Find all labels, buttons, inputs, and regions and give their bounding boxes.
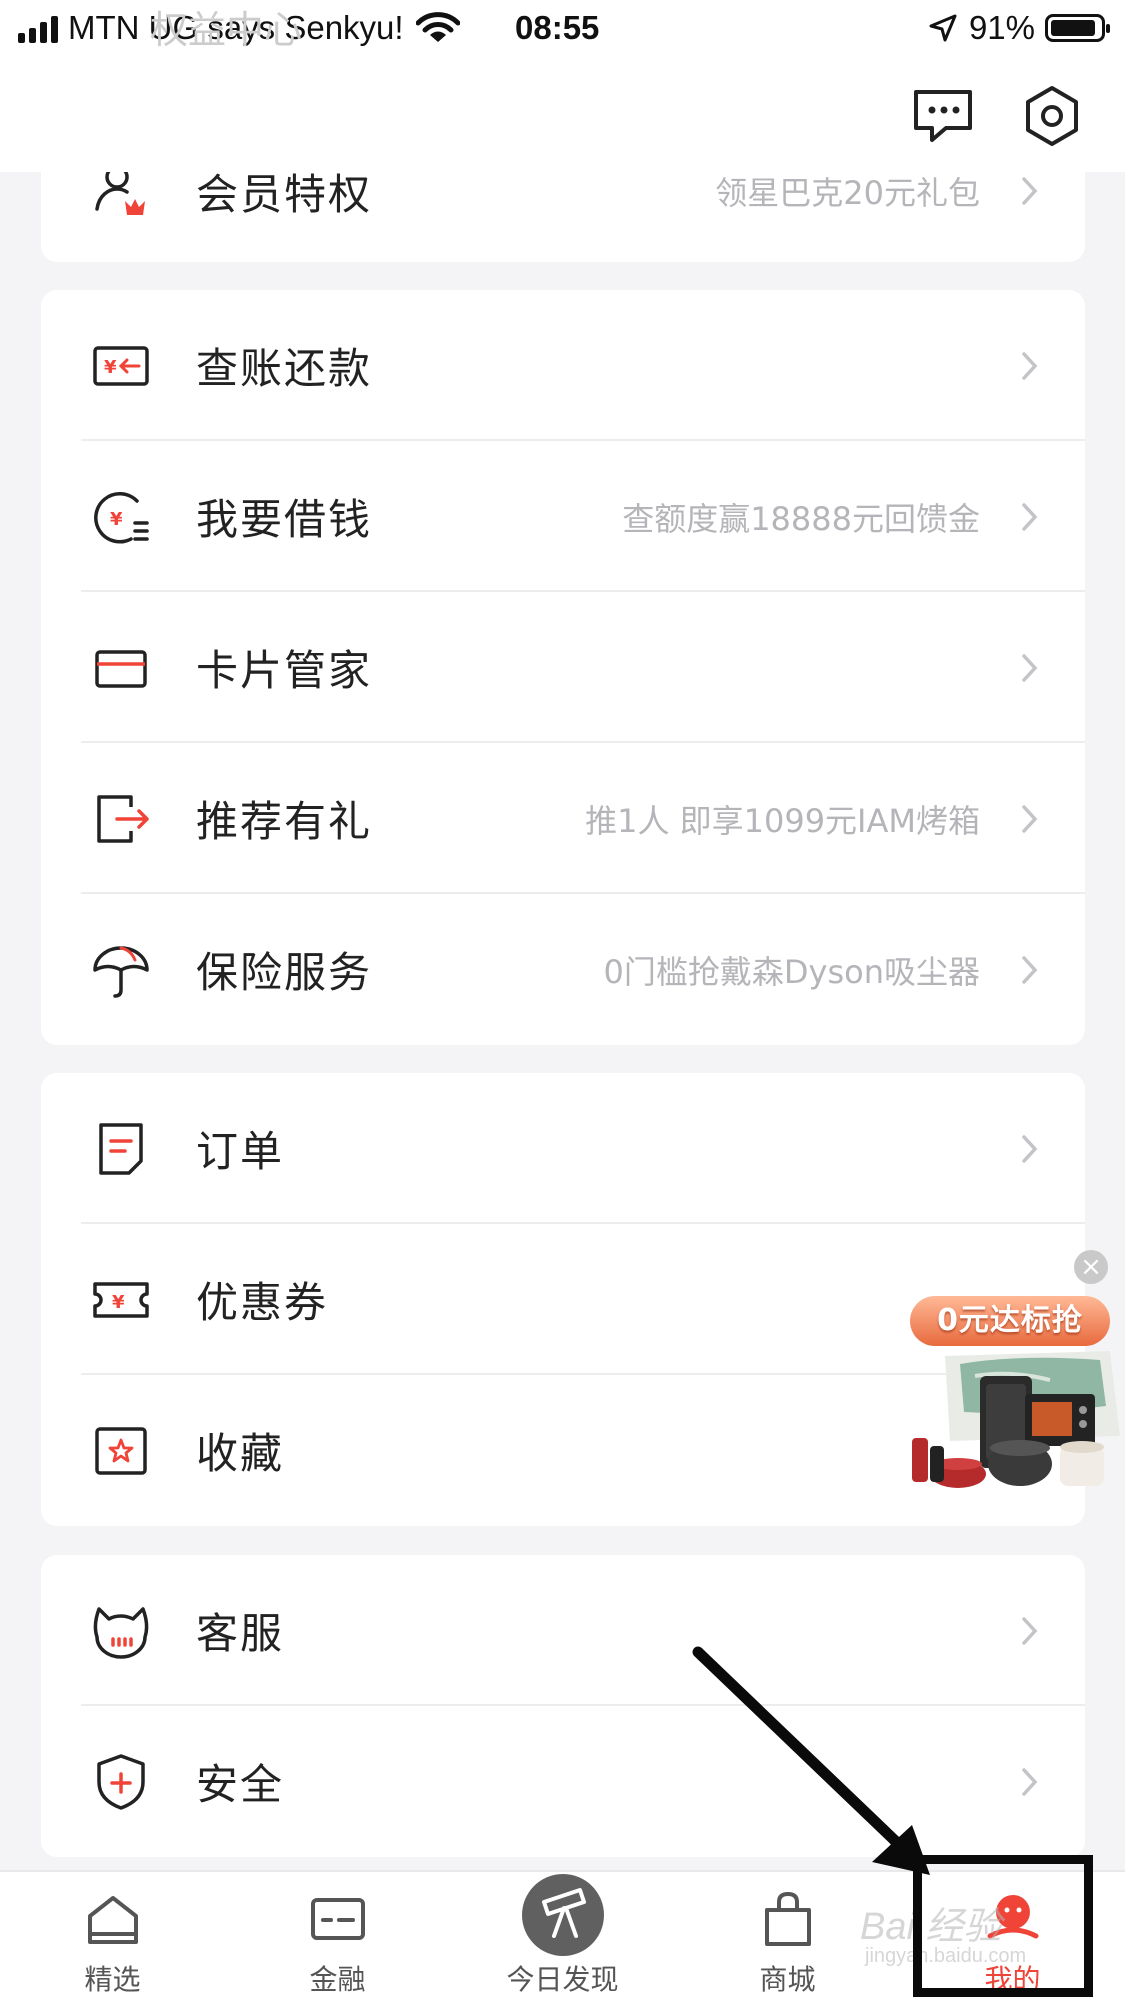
- service-icon: [93, 1606, 149, 1659]
- tab-label: 金融: [309, 1963, 366, 1996]
- promo-products-image: [912, 1351, 1120, 1488]
- share-icon: [97, 794, 149, 843]
- chevron-right-icon: [1022, 177, 1038, 205]
- card-icon: [95, 649, 147, 688]
- bill-icon: ¥: [93, 345, 149, 386]
- order-icon: [99, 1122, 143, 1175]
- list-item-title: 安全: [196, 1760, 285, 1809]
- battery-icon: [1045, 14, 1110, 42]
- top-action-bar: [0, 60, 1125, 172]
- list-item-referral[interactable]: 推荐有礼 推1人 即享1099元IAM烤箱: [41, 743, 1085, 894]
- svg-text:¥: ¥: [112, 1292, 125, 1313]
- list-item-title: 我要借钱: [196, 495, 373, 544]
- settings-icon[interactable]: [1018, 82, 1086, 150]
- promo-banner-label: 0元达标抢: [910, 1296, 1110, 1346]
- list-item-insurance[interactable]: 保险服务 0门槛抢戴森Dyson吸尘器: [41, 894, 1085, 1045]
- svg-text:¥: ¥: [110, 509, 123, 530]
- chevron-right-icon: [1022, 502, 1038, 531]
- tab-label: 精选: [84, 1963, 141, 1996]
- chevron-right-icon: [1022, 1767, 1038, 1796]
- service-card: 客服 安全: [41, 1555, 1085, 1857]
- coupon-icon: ¥: [93, 1281, 149, 1318]
- list-item-title: 查账还款: [196, 344, 373, 393]
- chevron-right-icon: [1022, 804, 1038, 833]
- list-item-bill[interactable]: ¥ 查账还款: [41, 290, 1085, 441]
- list-item-subtitle: 0门槛抢戴森Dyson吸尘器: [603, 952, 980, 991]
- tab-discover[interactable]: 今日发现: [450, 1872, 675, 2000]
- loan-icon: ¥: [94, 491, 149, 544]
- svg-text:¥: ¥: [104, 357, 117, 378]
- clock: 08:55: [515, 9, 600, 46]
- list-item-security[interactable]: 安全: [41, 1706, 1085, 1857]
- list-item-title: 订单: [196, 1127, 285, 1176]
- chevron-right-icon: [1022, 653, 1038, 682]
- telescope-icon: [521, 1874, 604, 1956]
- list-item-subtitle: 查额度赢18888元回馈金: [622, 499, 980, 538]
- list-item-title: 推荐有礼: [196, 797, 373, 846]
- list-item-orders[interactable]: 订单: [41, 1073, 1085, 1224]
- list-item-title: 收藏: [196, 1429, 285, 1478]
- list-item-cards[interactable]: 卡片管家: [41, 592, 1085, 743]
- scrolled-header-title: 权益中心: [150, 8, 303, 52]
- home-icon: [87, 1896, 138, 1944]
- annotation-highlight-box: [913, 1855, 1093, 1997]
- list-item-loan[interactable]: ¥ 我要借钱 查额度赢18888元回馈金: [41, 441, 1085, 592]
- chevron-right-icon: [1022, 351, 1038, 380]
- security-icon: [97, 1753, 145, 1810]
- chevron-right-icon: [1022, 955, 1038, 984]
- list-item-subtitle: 推1人 即享1099元IAM烤箱: [585, 801, 980, 840]
- tab-featured[interactable]: 精选: [0, 1872, 225, 2000]
- message-icon[interactable]: [910, 82, 978, 150]
- location-arrow-icon: [929, 14, 957, 42]
- shop-bag-icon: [764, 1891, 811, 1946]
- battery-percentage: 91%: [968, 9, 1035, 46]
- list-item-subtitle: 领星巴克20元礼包: [715, 174, 980, 212]
- list-item-title: 卡片管家: [196, 646, 373, 695]
- close-icon[interactable]: ×: [1074, 1250, 1108, 1284]
- chevron-right-icon: [1022, 1616, 1038, 1645]
- favorite-icon: [95, 1426, 147, 1475]
- cellular-signal-icon: [18, 13, 58, 43]
- finance-icon: [310, 1898, 365, 1940]
- list-item-title: 保险服务: [196, 948, 373, 997]
- chevron-right-icon: [1022, 1134, 1038, 1163]
- tab-label: 今日发现: [506, 1963, 619, 1996]
- list-item-title: 优惠券: [196, 1278, 329, 1327]
- wifi-icon: [415, 12, 460, 42]
- umbrella-icon: [93, 945, 149, 998]
- finance-card: ¥ 查账还款 ¥ 我要借钱 查额度赢18888元回馈金 卡片管家 推荐有礼 推1…: [41, 290, 1085, 1045]
- tab-finance[interactable]: 金融: [225, 1872, 450, 2000]
- floating-promo[interactable]: × 0元达标抢: [900, 1250, 1125, 1505]
- list-item-customer-service[interactable]: 客服: [41, 1555, 1085, 1706]
- list-item-title: 客服: [196, 1609, 285, 1658]
